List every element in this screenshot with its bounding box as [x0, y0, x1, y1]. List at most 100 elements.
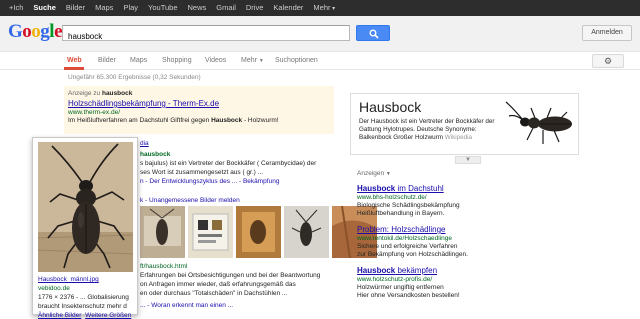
- result-1-sitelinks[interactable]: n - Der Entwicklungszyklus des ... - Bek…: [140, 178, 279, 185]
- right-ads: Anzeigen ▼ Hausbock im Dachstuhl www.bhs…: [357, 170, 557, 300]
- signin-button[interactable]: Anmelden: [582, 25, 632, 41]
- result-3-line-2: on Anfragen immer wieder, daß erfahrungs…: [140, 281, 296, 288]
- kp-description-text: Der Hausbock ist ein Vertreter der Bockk…: [359, 118, 495, 141]
- right-ad-2-url: www.rentokil.de/Holzschaedlinge: [357, 235, 453, 242]
- right-ad-2-title[interactable]: Problem: Holzschädlinge: [357, 225, 557, 235]
- result-3-url: ft/hausbock.html: [140, 263, 187, 270]
- result-stats: Ungefähr 65.300 Ergebnisse (0,32 Sekunde…: [68, 74, 201, 81]
- ad-title-link[interactable]: Holzschädlingsbekämpfung - Therm-Ex.de: [68, 99, 330, 108]
- settings-button[interactable]: ⚙: [592, 54, 624, 68]
- active-tab-indicator: [64, 67, 84, 70]
- right-ad-1-title-bold: Hausbock: [357, 184, 396, 193]
- kp-expand-button[interactable]: ▼: [455, 156, 481, 164]
- image-actions: Ähnliche Bilder Weitere Größen: [38, 312, 131, 319]
- kp-description: Der Hausbock ist ein Vertreter der Bockk…: [359, 118, 501, 142]
- thumbnail-image[interactable]: [140, 206, 185, 258]
- thumbnail-image[interactable]: [188, 206, 233, 258]
- search-button[interactable]: [356, 25, 390, 41]
- result-1-url: hausbock: [140, 151, 170, 158]
- right-ad-3: Hausbock bekämpfen www.holzschutz-profis…: [357, 266, 557, 300]
- beetle-image: [38, 142, 133, 272]
- tab-shopping[interactable]: Shopping: [162, 52, 192, 69]
- thumbnail-image[interactable]: [236, 206, 281, 258]
- right-ad-3-line-2: Hier ohne Versandkosten bestellen!: [357, 292, 460, 299]
- logo-letter: o: [22, 21, 32, 42]
- topnav-play[interactable]: Play: [118, 0, 143, 16]
- ad-desc-pre: Im Heißluftverfahren am Dachstuhl Giftfr…: [68, 117, 212, 124]
- right-ad-2: Problem: Holzschädlinge www.rentokil.de/…: [357, 225, 557, 259]
- result-1-url-text: hausbock: [140, 151, 171, 158]
- top-nav: +Ich Suche Bilder Maps Play YouTube News…: [4, 0, 340, 16]
- tab-videos[interactable]: Videos: [205, 52, 226, 69]
- result-1-line-2: ses Wort ist zusammengesetzt aus ( gr.) …: [140, 169, 264, 176]
- tab-bilder[interactable]: Bilder: [98, 52, 116, 69]
- result-3-line-3: en oder durchaus "Totalschäden" in Dachs…: [140, 290, 288, 297]
- right-ad-3-url: www.holzschutz-profis.de/: [357, 276, 433, 283]
- topnav-kalender[interactable]: Kalender: [268, 0, 308, 16]
- kp-title: Hausbock: [359, 99, 422, 115]
- kp-beetle-image[interactable]: [503, 96, 577, 152]
- right-ad-2-title-text: Problem: Holzschädlinge: [357, 225, 446, 234]
- tab-suchoptionen[interactable]: Suchoptionen: [275, 52, 318, 69]
- right-ad-2-line-2: zur Bekämpfung von Holzschädlingen.: [357, 251, 468, 258]
- result-2-links-text: k - Unangemessene Bilder melden: [140, 197, 240, 204]
- logo-letter: G: [8, 21, 23, 42]
- topnav-news[interactable]: News: [183, 0, 212, 16]
- right-ad-1-title-rest: im Dachstuhl: [395, 184, 444, 193]
- topnav-maps[interactable]: Maps: [90, 0, 118, 16]
- beetle-photo[interactable]: [38, 142, 133, 272]
- right-ad-1-line-1: Biologische Schädlingsbekämpfung: [357, 202, 460, 209]
- topnav-youtube[interactable]: YouTube: [143, 0, 182, 16]
- logo-letter: e: [54, 21, 62, 42]
- chevron-down-icon: ▼: [258, 58, 264, 64]
- knowledge-panel: Hausbock Der Hausbock ist ein Vertreter …: [350, 93, 579, 155]
- result-2-links[interactable]: k - Unangemessene Bilder melden: [140, 197, 240, 204]
- right-ad-1-url: www.bhs-holzschutz.de/: [357, 194, 427, 201]
- right-ad-3-title[interactable]: Hausbock bekämpfen: [357, 266, 557, 276]
- image-filename-link[interactable]: Hausbock_männl.jpg: [38, 276, 99, 283]
- top-bar: +Ich Suche Bilder Maps Play YouTube News…: [0, 0, 640, 16]
- similar-images-link[interactable]: Ähnliche Bilder: [38, 312, 81, 319]
- tab-mehr[interactable]: Mehr ▼: [241, 52, 264, 70]
- kp-source-link[interactable]: Wikipedia: [445, 134, 472, 141]
- topnav-bilder[interactable]: Bilder: [61, 0, 90, 16]
- right-ad-3-line-1: Holzwürmer ungiftig entfernen: [357, 284, 444, 291]
- result-3-sitelinks-text: ... - Woran erkennt man einen ...: [140, 302, 234, 309]
- right-ads-label: Anzeigen ▼: [357, 170, 557, 177]
- ad-label-query: hausbock: [101, 90, 133, 97]
- search-header: Google hausbock Anmelden: [0, 16, 640, 52]
- image-meta: 1776 × 2376 - ... Globalisierung: [38, 294, 129, 301]
- ad-label-prefix: Anzeige zu: [68, 90, 102, 97]
- topnav-ich[interactable]: +Ich: [4, 0, 28, 16]
- topnav-mehr[interactable]: Mehr: [308, 0, 340, 16]
- topnav-drive[interactable]: Drive: [241, 0, 269, 16]
- ad-url: www.therm-ex.de/: [68, 109, 121, 116]
- image-hover-card[interactable]: Hausbock_männl.jpg vebidoo.de 1776 × 237…: [32, 137, 138, 319]
- magnifier-icon: [369, 29, 379, 39]
- ad-label: Anzeige zu hausbock: [68, 90, 330, 97]
- info-caret-icon[interactable]: ▼: [386, 171, 391, 177]
- right-ads-label-text: Anzeigen: [357, 170, 385, 177]
- gear-icon: ⚙: [603, 56, 613, 66]
- ad-desc-bold: Hausbock: [211, 117, 243, 124]
- result-1-line-1: s bajulus) ist ein Vertreter der Bockkäf…: [140, 160, 317, 167]
- logo-letter: g: [40, 21, 50, 42]
- tab-maps[interactable]: Maps: [130, 52, 147, 69]
- thumbnail-image[interactable]: [284, 206, 329, 258]
- right-ad-1-title[interactable]: Hausbock im Dachstuhl: [357, 184, 557, 194]
- right-ad-3-title-bold: Hausbock: [357, 266, 396, 275]
- result-1-title[interactable]: dia: [140, 140, 149, 147]
- result-1-title-text: dia: [140, 140, 149, 147]
- top-ad: Anzeige zu hausbock Holzschädlingsbekämp…: [64, 86, 334, 134]
- chevron-down-icon: ▼: [465, 157, 471, 163]
- image-thumbnail-strip: [140, 206, 377, 258]
- more-sizes-link[interactable]: Weitere Größen: [85, 312, 131, 319]
- topnav-gmail[interactable]: Gmail: [211, 0, 241, 16]
- result-3-line-1: Erfahrungen bei Ortsbesichtigungen und b…: [140, 272, 321, 279]
- topnav-suche[interactable]: Suche: [28, 0, 61, 16]
- ad-description: Im Heißluftverfahren am Dachstuhl Giftfr…: [68, 117, 330, 124]
- search-input[interactable]: hausbock: [62, 25, 350, 41]
- result-1-sitelinks-text: n - Der Entwicklungszyklus des ... - Bek…: [140, 178, 280, 185]
- google-logo[interactable]: Google: [8, 22, 62, 42]
- result-3-sitelinks[interactable]: ... - Woran erkennt man einen ...: [140, 302, 233, 309]
